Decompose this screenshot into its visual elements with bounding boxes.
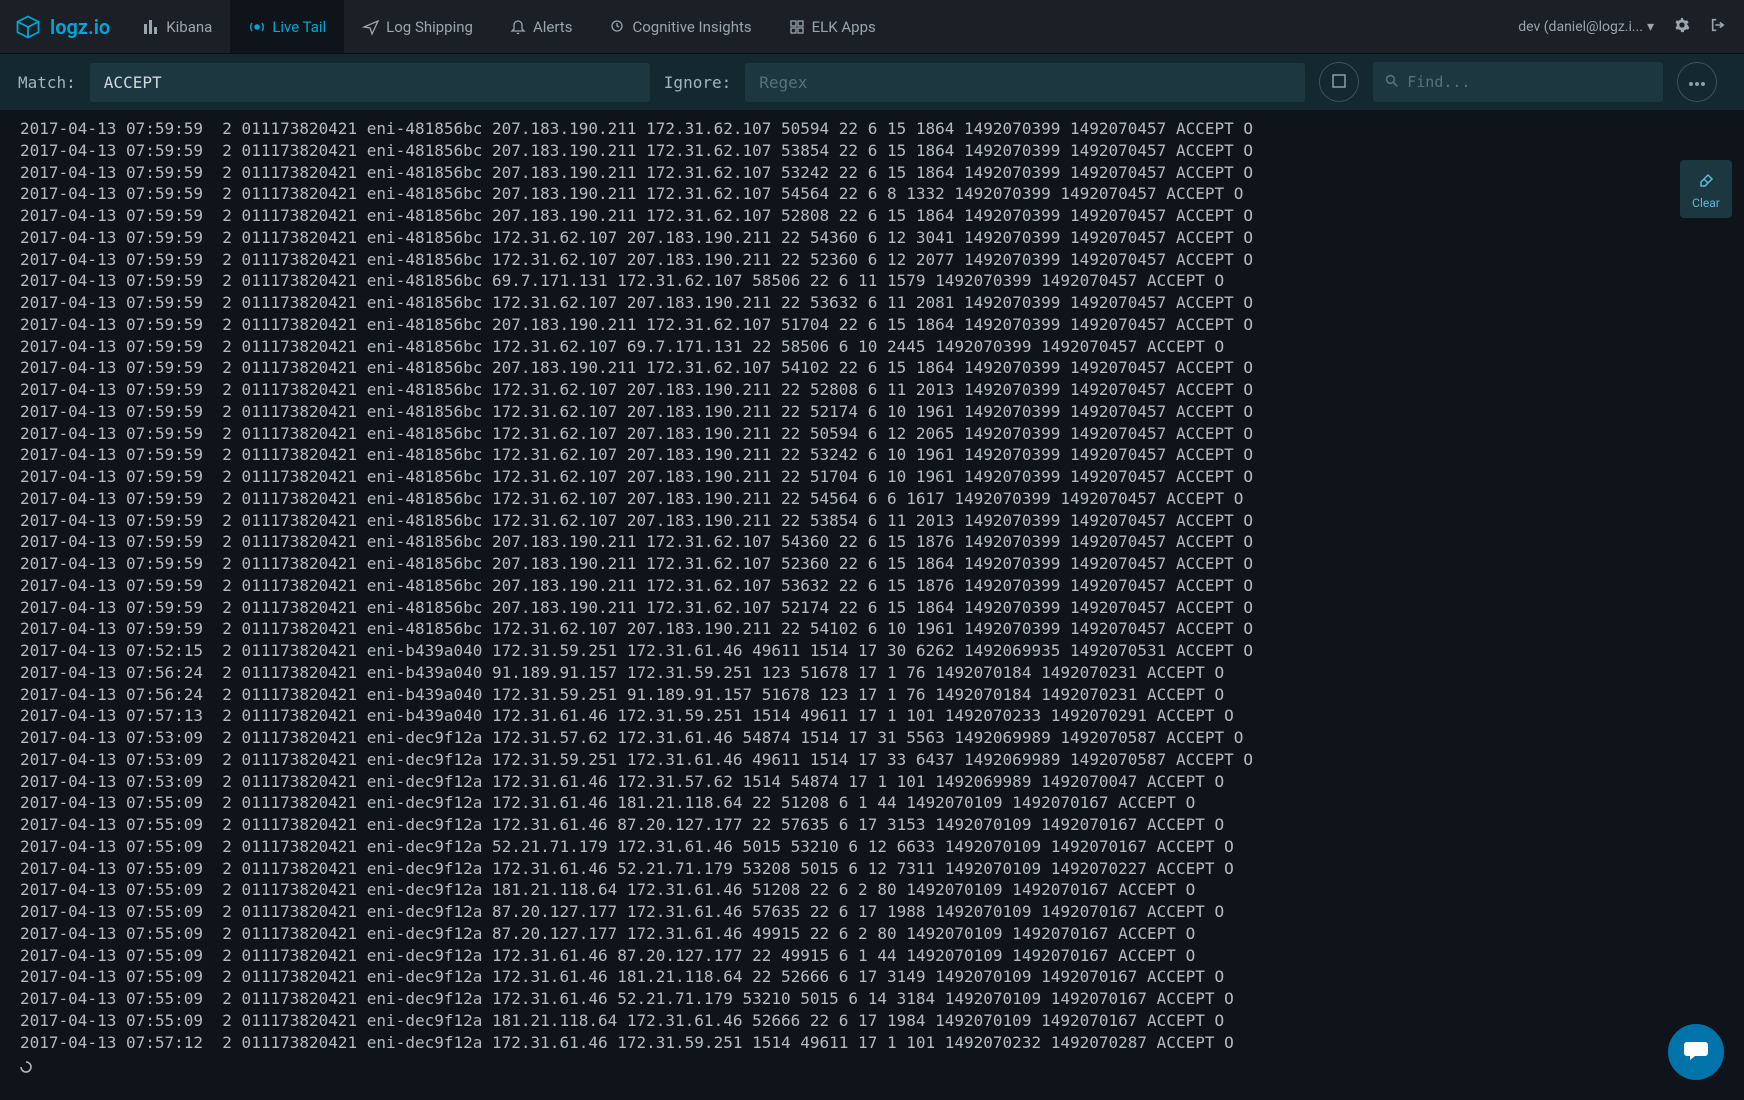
log-line: 2017-04-13 07:59:59 2 011173820421 eni-4… <box>20 597 1724 619</box>
nav-label: Cognitive Insights <box>632 18 751 36</box>
nav-alerts[interactable]: Alerts <box>491 0 591 53</box>
log-line: 2017-04-13 07:56:24 2 011173820421 eni-b… <box>20 684 1724 706</box>
log-line: 2017-04-13 07:55:09 2 011173820421 eni-d… <box>20 836 1724 858</box>
log-line: 2017-04-13 07:53:09 2 011173820421 eni-d… <box>20 727 1724 749</box>
nav-label: ELK Apps <box>812 18 876 36</box>
log-line: 2017-04-13 07:59:59 2 011173820421 eni-4… <box>20 510 1724 532</box>
log-line: 2017-04-13 07:59:59 2 011173820421 eni-4… <box>20 227 1724 249</box>
log-line: 2017-04-13 07:57:13 2 011173820421 eni-b… <box>20 705 1724 727</box>
apps-icon <box>788 18 806 36</box>
chat-icon <box>1682 1036 1710 1068</box>
clear-label: Clear <box>1692 196 1720 210</box>
log-line: 2017-04-13 07:59:59 2 011173820421 eni-4… <box>20 140 1724 162</box>
log-line: 2017-04-13 07:52:15 2 011173820421 eni-b… <box>20 640 1724 662</box>
match-input[interactable] <box>90 63 650 102</box>
log-line: 2017-04-13 07:56:24 2 011173820421 eni-b… <box>20 662 1724 684</box>
top-bar: logz.io Kibana Live Tail Log Shipping Al… <box>0 0 1744 54</box>
log-line: 2017-04-13 07:59:59 2 011173820421 eni-4… <box>20 444 1724 466</box>
log-line: 2017-04-13 07:55:09 2 011173820421 eni-d… <box>20 1010 1724 1032</box>
log-line: 2017-04-13 07:59:59 2 011173820421 eni-4… <box>20 401 1724 423</box>
stop-icon <box>1332 74 1346 91</box>
log-line: 2017-04-13 07:59:59 2 011173820421 eni-4… <box>20 553 1724 575</box>
log-line: 2017-04-13 07:59:59 2 011173820421 eni-4… <box>20 118 1724 140</box>
gear-icon[interactable] <box>1674 17 1690 37</box>
nav-live-tail[interactable]: Live Tail <box>230 0 344 53</box>
stop-button[interactable] <box>1319 62 1359 102</box>
log-line: 2017-04-13 07:59:59 2 011173820421 eni-4… <box>20 270 1724 292</box>
nav-label: Kibana <box>166 18 212 36</box>
clear-button[interactable]: Clear <box>1680 160 1732 218</box>
nav-label: Live Tail <box>272 18 326 36</box>
log-line: 2017-04-13 07:55:09 2 011173820421 eni-d… <box>20 923 1724 945</box>
user-menu[interactable]: dev (daniel@logz.i... ▾ <box>1518 19 1654 35</box>
log-line: 2017-04-13 07:59:59 2 011173820421 eni-4… <box>20 249 1724 271</box>
nav-log-shipping[interactable]: Log Shipping <box>344 0 491 53</box>
log-line: 2017-04-13 07:59:59 2 011173820421 eni-4… <box>20 531 1724 553</box>
ignore-input[interactable] <box>745 63 1305 102</box>
log-line: 2017-04-13 07:59:59 2 011173820421 eni-4… <box>20 205 1724 227</box>
log-line: 2017-04-13 07:57:12 2 011173820421 eni-d… <box>20 1032 1724 1054</box>
user-label-text: dev (daniel@logz.i... <box>1518 19 1643 35</box>
loading-spinner-icon <box>20 1057 32 1069</box>
log-line: 2017-04-13 07:55:09 2 011173820421 eni-d… <box>20 858 1724 880</box>
log-area: 2017-04-13 07:59:59 2 011173820421 eni-4… <box>0 110 1744 1087</box>
ignore-label: Ignore: <box>664 73 731 92</box>
filter-bar: Match: Ignore: <box>0 54 1744 110</box>
nav-label: Alerts <box>533 18 573 36</box>
log-line: 2017-04-13 07:59:59 2 011173820421 eni-4… <box>20 336 1724 358</box>
find-input[interactable] <box>1407 73 1651 91</box>
nav-tabs: Kibana Live Tail Log Shipping Alerts Cog… <box>124 0 894 53</box>
log-line: 2017-04-13 07:59:59 2 011173820421 eni-4… <box>20 488 1724 510</box>
log-line: 2017-04-13 07:53:09 2 011173820421 eni-d… <box>20 749 1724 771</box>
log-line: 2017-04-13 07:59:59 2 011173820421 eni-4… <box>20 466 1724 488</box>
log-line: 2017-04-13 07:55:09 2 011173820421 eni-d… <box>20 945 1724 967</box>
log-line: 2017-04-13 07:59:59 2 011173820421 eni-4… <box>20 618 1724 640</box>
bell-icon <box>509 18 527 36</box>
nav-kibana[interactable]: Kibana <box>124 0 230 53</box>
match-label: Match: <box>18 73 76 92</box>
log-line: 2017-04-13 07:53:09 2 011173820421 eni-d… <box>20 771 1724 793</box>
find-wrap[interactable] <box>1373 62 1663 102</box>
log-line: 2017-04-13 07:55:09 2 011173820421 eni-d… <box>20 988 1724 1010</box>
chevron-down-icon: ▾ <box>1647 19 1654 35</box>
plane-icon <box>362 18 380 36</box>
radio-icon <box>248 18 266 36</box>
top-right: dev (daniel@logz.i... ▾ <box>1518 17 1744 37</box>
bars-icon <box>142 18 160 36</box>
chat-bubble[interactable] <box>1668 1024 1724 1080</box>
log-line: 2017-04-13 07:59:59 2 011173820421 eni-4… <box>20 575 1724 597</box>
log-line: 2017-04-13 07:55:09 2 011173820421 eni-d… <box>20 792 1724 814</box>
log-line: 2017-04-13 07:55:09 2 011173820421 eni-d… <box>20 966 1724 988</box>
logo-text: logz.io <box>50 15 110 39</box>
log-line: 2017-04-13 07:55:09 2 011173820421 eni-d… <box>20 814 1724 836</box>
more-menu-button[interactable] <box>1677 62 1717 102</box>
logo-icon <box>14 13 42 41</box>
head-icon <box>608 18 626 36</box>
log-line: 2017-04-13 07:59:59 2 011173820421 eni-4… <box>20 357 1724 379</box>
log-line: 2017-04-13 07:59:59 2 011173820421 eni-4… <box>20 162 1724 184</box>
logo[interactable]: logz.io <box>0 0 124 53</box>
log-line: 2017-04-13 07:55:09 2 011173820421 eni-d… <box>20 901 1724 923</box>
nav-cognitive-insights[interactable]: Cognitive Insights <box>590 0 769 53</box>
log-line: 2017-04-13 07:55:09 2 011173820421 eni-d… <box>20 879 1724 901</box>
log-line: 2017-04-13 07:59:59 2 011173820421 eni-4… <box>20 292 1724 314</box>
logout-icon[interactable] <box>1710 17 1726 37</box>
search-icon <box>1385 73 1399 92</box>
eraser-icon <box>1696 168 1716 192</box>
log-line: 2017-04-13 07:59:59 2 011173820421 eni-4… <box>20 314 1724 336</box>
log-line: 2017-04-13 07:59:59 2 011173820421 eni-4… <box>20 423 1724 445</box>
log-line: 2017-04-13 07:59:59 2 011173820421 eni-4… <box>20 183 1724 205</box>
nav-elk-apps[interactable]: ELK Apps <box>770 0 894 53</box>
nav-label: Log Shipping <box>386 18 473 36</box>
dots-icon <box>1688 75 1706 90</box>
log-line: 2017-04-13 07:59:59 2 011173820421 eni-4… <box>20 379 1724 401</box>
